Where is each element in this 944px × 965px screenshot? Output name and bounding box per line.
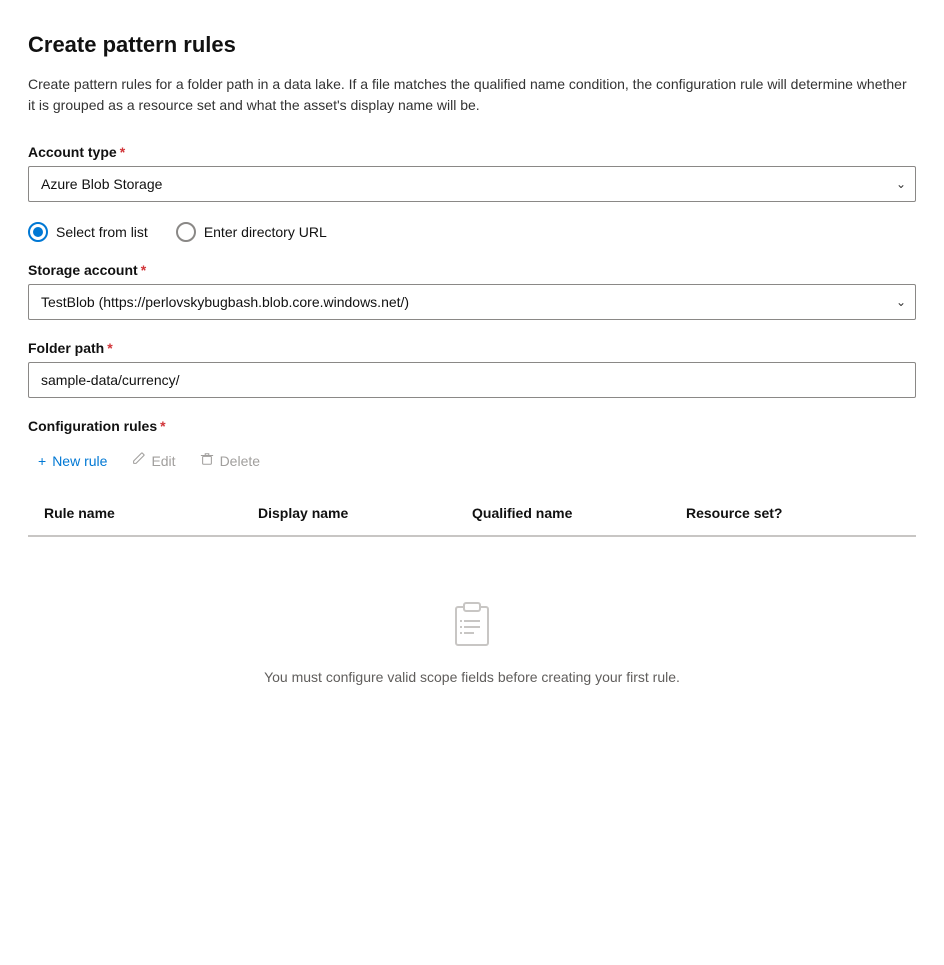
folder-path-input[interactable]	[28, 362, 916, 398]
enter-directory-url-radio[interactable]	[176, 222, 196, 242]
table-header-row: Rule name Display name Qualified name Re…	[28, 491, 916, 536]
configuration-rules-section: Configuration rules* + New rule Edit Del…	[28, 418, 916, 725]
table-empty-state: You must configure valid scope fields be…	[28, 537, 916, 725]
delete-label: Delete	[220, 453, 260, 469]
select-from-list-radio[interactable]	[28, 222, 48, 242]
source-type-radio-group: Select from list Enter directory URL	[28, 222, 916, 242]
col-display-name: Display name	[258, 499, 472, 527]
col-rule-name: Rule name	[44, 499, 258, 527]
storage-account-select[interactable]: TestBlob (https://perlovskybugbash.blob.…	[28, 284, 916, 320]
account-type-field: Account type* Azure Blob StorageAzure Da…	[28, 144, 916, 202]
rules-table: Rule name Display name Qualified name Re…	[28, 491, 916, 725]
rules-toolbar: + New rule Edit Delete	[28, 446, 916, 475]
storage-account-label: Storage account*	[28, 262, 916, 278]
plus-icon: +	[38, 453, 46, 469]
new-rule-label: New rule	[52, 453, 107, 469]
col-resource-set: Resource set?	[686, 499, 900, 527]
account-type-select-wrapper: Azure Blob StorageAzure Data Lake Storag…	[28, 166, 916, 202]
delete-button[interactable]: Delete	[190, 446, 270, 475]
enter-directory-url-option[interactable]: Enter directory URL	[176, 222, 327, 242]
delete-icon	[200, 452, 214, 469]
col-qualified-name: Qualified name	[472, 499, 686, 527]
page-description: Create pattern rules for a folder path i…	[28, 74, 916, 116]
new-rule-button[interactable]: + New rule	[28, 447, 117, 475]
configuration-rules-label: Configuration rules*	[28, 418, 916, 434]
edit-label: Edit	[151, 453, 175, 469]
folder-path-field: Folder path*	[28, 340, 916, 398]
enter-directory-url-label: Enter directory URL	[204, 224, 327, 240]
table-empty-message: You must configure valid scope fields be…	[264, 669, 680, 685]
storage-account-select-wrapper: TestBlob (https://perlovskybugbash.blob.…	[28, 284, 916, 320]
folder-path-label: Folder path*	[28, 340, 916, 356]
edit-icon	[131, 452, 145, 469]
storage-account-field: Storage account* TestBlob (https://perlo…	[28, 262, 916, 320]
page-title: Create pattern rules	[28, 32, 916, 58]
edit-button[interactable]: Edit	[121, 446, 185, 475]
account-type-select[interactable]: Azure Blob StorageAzure Data Lake Storag…	[28, 166, 916, 202]
account-type-label: Account type*	[28, 144, 916, 160]
select-from-list-option[interactable]: Select from list	[28, 222, 148, 242]
select-from-list-label: Select from list	[56, 224, 148, 240]
empty-clipboard-icon	[444, 597, 500, 653]
